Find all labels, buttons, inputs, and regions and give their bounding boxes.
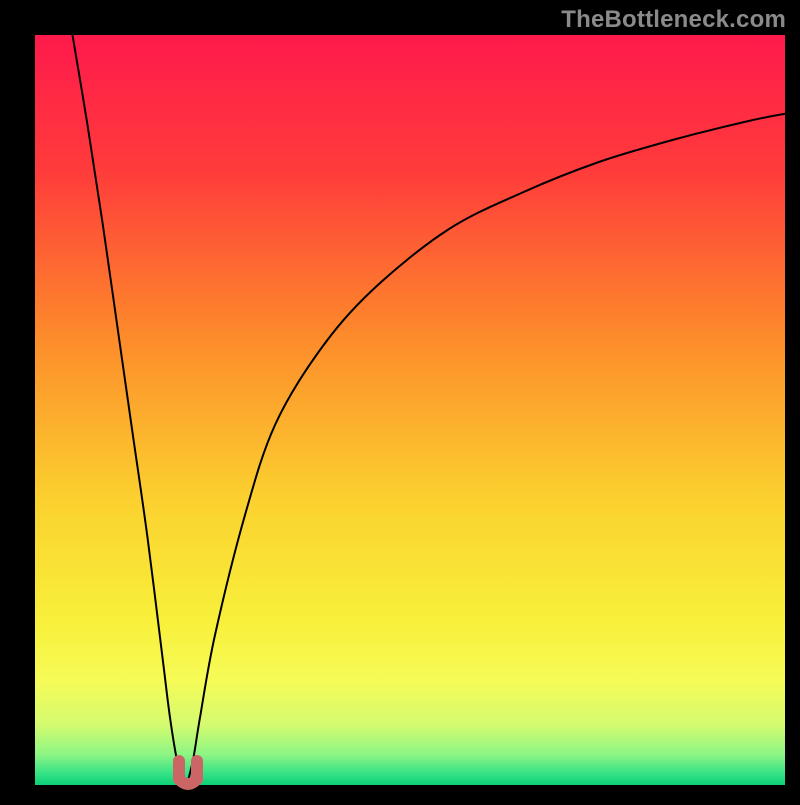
gradient-background: [35, 35, 785, 785]
watermark-text: TheBottleneck.com: [561, 6, 786, 34]
chart-frame: TheBottleneck.com: [0, 0, 800, 800]
bottleneck-chart: [0, 0, 800, 800]
min-marker-connector: [179, 779, 197, 784]
